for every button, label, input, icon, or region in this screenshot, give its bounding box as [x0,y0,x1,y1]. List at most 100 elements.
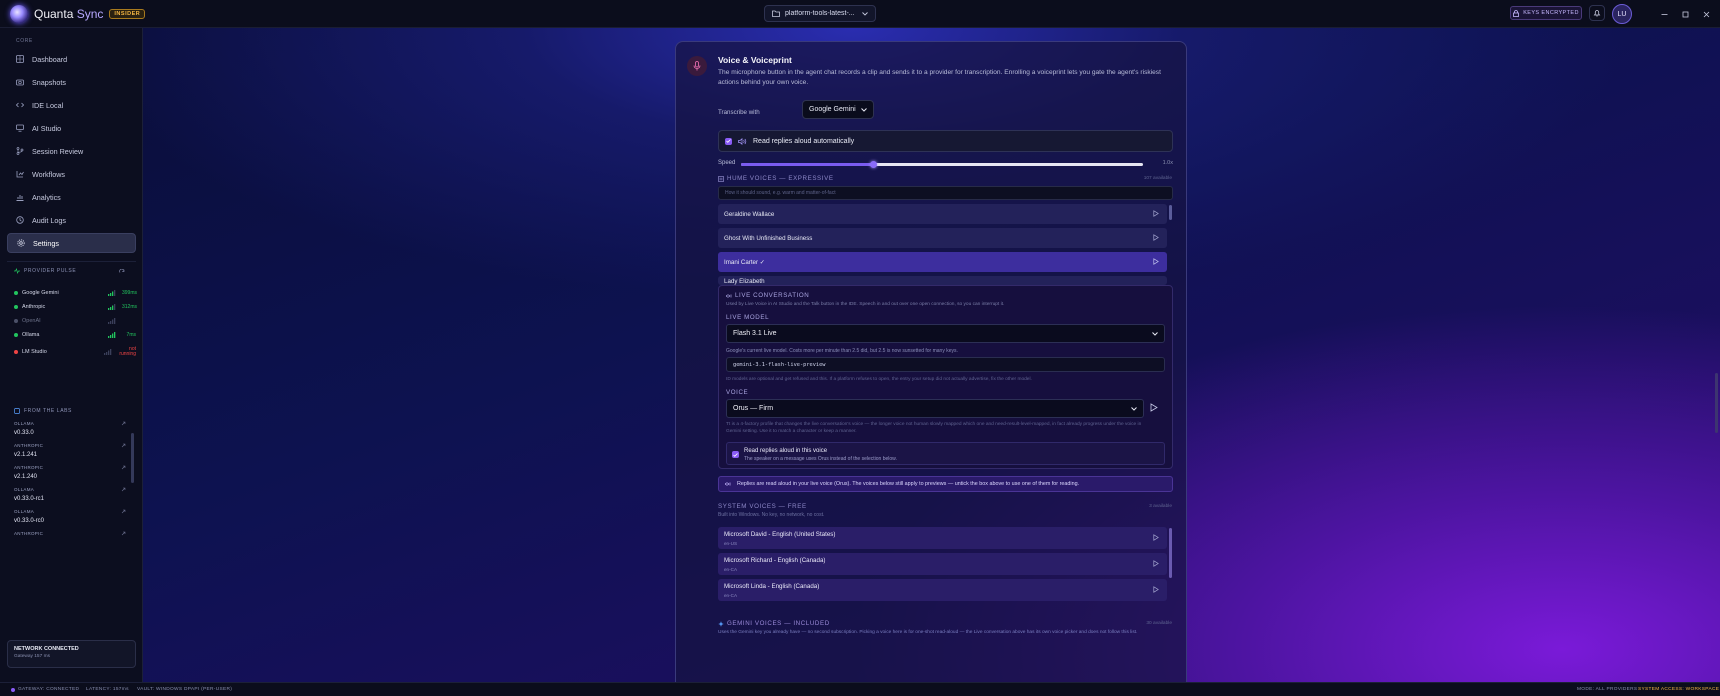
lab-release-item[interactable]: OLLAMA v0.33.0-rc1 [14,487,126,509]
minimize-button[interactable] [1658,8,1670,20]
labs-scrollbar[interactable] [131,433,134,483]
app-name-primary: Quanta [34,6,74,21]
voice-locale: en-US [724,541,738,546]
provider-row-ollama[interactable]: Ollama 7ms [14,329,136,341]
lab-release-item[interactable]: ANTHROPIC [14,531,126,541]
labs-title: FROM THE LABS [14,408,72,414]
live-model-select[interactable]: Flash 3.1 Live [726,324,1165,343]
chevron-down-icon [1131,406,1137,411]
sidebar-item-session-review[interactable]: Session Review [7,141,136,161]
live-model-id-note: ID models are optional and get refused a… [726,377,1032,382]
play-icon[interactable] [1153,258,1159,265]
provider-row-lm-studio[interactable]: LM Studio not running [14,344,136,360]
sidebar-item-analytics[interactable]: Analytics [7,187,136,207]
sidebar-item-ide-local[interactable]: IDE Local [7,95,136,115]
system-voice-row[interactable]: Microsoft David - English (United States… [718,527,1167,549]
sidebar-item-ai-studio[interactable]: AI Studio [7,118,136,138]
external-link-icon[interactable] [121,465,126,470]
external-link-icon[interactable] [121,443,126,448]
auto-read-label: Read replies aloud automatically [753,137,855,145]
refresh-icon[interactable] [119,269,125,275]
notifications-button[interactable] [1589,5,1605,21]
hume-voice-row[interactable]: Lady Elizabeth [718,276,1167,285]
speed-value: 1.0x [1162,160,1173,166]
system-voice-row[interactable]: Microsoft Richard - English (Canada) en-… [718,553,1167,575]
speed-control: Speed 1.0x [718,159,1173,169]
sidebar-item-label: AI Studio [32,123,62,133]
lab-release-item[interactable]: ANTHROPIC v2.1.240 [14,465,126,487]
sidebar-item-snapshots[interactable]: Snapshots [7,72,136,92]
external-link-icon[interactable] [121,421,126,426]
read-in-live-voice-toggle[interactable]: Read replies aloud in this voice The spe… [726,442,1165,465]
speed-slider[interactable] [741,161,1143,168]
play-icon[interactable] [1153,234,1159,241]
play-icon[interactable] [1153,560,1159,567]
hume-voice-row-selected[interactable]: Imani Carter ✓ [718,252,1167,272]
keys-encrypted-badge[interactable]: KEYS ENCRYPTED [1510,6,1582,20]
hume-count: 107 available [1143,176,1172,181]
play-icon[interactable] [1153,586,1159,593]
sidebar-item-audit-logs[interactable]: Audit Logs [7,210,136,230]
live-conversation-panel: LIVE CONVERSATION Used by Live Voice in … [718,285,1173,469]
vault-status: VAULT: WINDOWS DPAPI (PER-USER) [137,687,233,692]
close-button[interactable] [1700,8,1712,20]
voice-name: Geraldine Wallace [724,210,775,218]
maximize-button[interactable] [1679,8,1691,20]
sidebar-item-dashboard[interactable]: Dashboard [7,49,136,69]
logo-orb-icon [10,4,28,23]
check-icon [726,139,731,143]
bell-icon [1593,10,1601,17]
live-model-id-input[interactable]: gemini-3.1-flash-live-preview [726,357,1165,372]
voice-name: Microsoft David - English (United States… [724,531,836,538]
reading-info-banner: Replies are read aloud in your live voic… [718,476,1173,492]
external-link-icon[interactable] [121,509,126,514]
provider-row-openai[interactable]: OpenAI [14,315,136,327]
lab-release-item[interactable]: OLLAMA v0.33.0-rc0 [14,509,126,531]
live-voice-select[interactable]: Orus — Firm [726,399,1144,418]
sidebar-item-label: Session Review [32,146,84,156]
lab-release-item[interactable]: ANTHROPIC v2.1.241 [14,443,126,465]
hume-title-text: HUME VOICES — EXPRESSIVE [727,175,834,182]
read-in-live-voice-checkbox[interactable] [732,451,739,458]
gemini-voices-title: GEMINI VOICES — INCLUDED [718,620,830,627]
system-voices-scrollbar[interactable] [1169,528,1172,578]
live-voice-value: Orus — Firm [733,405,774,412]
play-icon[interactable] [1153,534,1159,541]
hume-voice-row[interactable]: Ghost With Unfinished Business [718,228,1167,248]
hume-section-title: HUME VOICES — EXPRESSIVE [718,175,834,182]
hume-voice-row[interactable]: Geraldine Wallace [718,204,1167,224]
external-link-icon[interactable] [121,487,126,492]
user-avatar[interactable]: LU [1612,4,1632,24]
play-icon[interactable] [1153,210,1159,217]
speed-slider-handle[interactable] [870,161,878,168]
sidebar: CORE Dashboard Snapshots IDE Local AI St… [0,28,143,682]
system-title-text: SYSTEM VOICES — FREE [718,503,807,510]
auto-read-checkbox[interactable] [725,137,732,145]
signal-bars-icon [108,318,116,324]
lab-version: v2.1.241 [14,452,38,458]
external-link-icon[interactable] [121,531,126,536]
sidebar-item-workflows[interactable]: Workflows [7,164,136,184]
main-scrollbar[interactable] [1715,373,1718,433]
workspace-selector[interactable]: platform-tools-latest-... [764,5,876,22]
voice-name: Microsoft Richard - English (Canada) [724,557,826,564]
network-subtitle: Gateway 157 ms [14,654,50,659]
system-voice-row[interactable]: Microsoft Linda - English (Canada) en-CA [718,579,1167,601]
hume-list-scrollbar[interactable] [1169,205,1172,220]
auto-read-toggle[interactable]: Read replies aloud automatically [718,130,1173,152]
provider-row-gemini[interactable]: Google Gemini 399ms [14,287,137,299]
sidebar-item-settings[interactable]: Settings [7,233,136,253]
provider-pulse-title: PROVIDER PULSE [14,268,76,274]
folder-icon [772,10,780,17]
gemini-voices-count: 30 available [1146,621,1172,626]
preview-voice-play-icon[interactable] [1150,403,1158,412]
speed-label: Speed [718,160,736,166]
signal-bars-icon [104,349,112,355]
mode-status: MODE: ALL PROVIDERS [1577,687,1638,692]
lab-release-item[interactable]: OLLAMA v0.33.0 [14,421,126,443]
transcribe-provider-select[interactable]: Google Gemini [802,100,874,119]
provider-status-dot [14,350,18,354]
hume-search-input[interactable]: How it should sound, e.g. warm and matte… [718,186,1173,200]
provider-row-anthropic[interactable]: Anthropic 312ms [14,301,137,313]
status-bar: GATEWAY: CONNECTED LATENCY: 157ms VAULT:… [0,682,1720,696]
